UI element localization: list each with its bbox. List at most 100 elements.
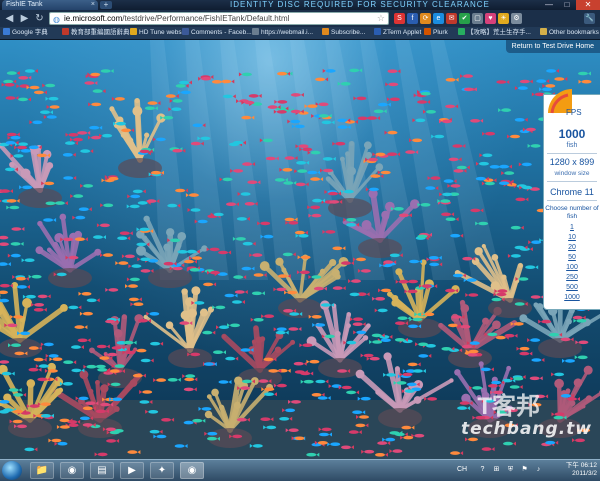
extension-icon[interactable]: ⚙ [511, 13, 522, 24]
fish-count-option[interactable]: 10 [544, 233, 600, 243]
bookmark-label: Comments - Faceb... [191, 29, 252, 36]
bookmark-label: 教育部重編國語辭典 [71, 29, 130, 36]
fish-count-options: 11020501002505001000 [544, 223, 600, 303]
bookmark-label: ZTerm Applet [383, 29, 421, 36]
bookmark-label: Plurk [433, 29, 448, 36]
bookmark-label: Google 字典 [12, 29, 48, 36]
browser-toolbar: ◀ ▶ ↻ ◍ ie.microsoft.com/testdrive/Perfo… [0, 10, 600, 27]
coral [222, 326, 295, 388]
panel-divider [547, 200, 597, 201]
bookmarks-bar: Google 字典 教育部重編國語辭典HD Tune websiteComment… [0, 27, 600, 40]
fish-count-option[interactable]: 1000 [544, 293, 600, 303]
fish-count-option[interactable]: 50 [544, 253, 600, 263]
folder-icon [540, 28, 547, 35]
reload-button[interactable]: ↻ [33, 12, 46, 25]
volume-icon[interactable]: ♪ [534, 465, 543, 474]
flag-icon[interactable]: ⚑ [520, 465, 529, 474]
taskbar-explorer-button[interactable]: 📁 [30, 462, 54, 479]
coral [144, 286, 215, 368]
fish-tank-viewport: Return to Test Drive Home FPS 1000 fish … [0, 40, 600, 459]
taskbar-chrome-active-button[interactable]: ◉ [180, 462, 204, 479]
extension-icon[interactable]: S [394, 13, 405, 24]
watermark-site: techbang.tw [461, 419, 592, 439]
return-home-link[interactable]: Return to Test Drive Home [506, 40, 600, 53]
bookmark-item[interactable]: ZTerm Applet [374, 27, 421, 39]
panel-divider [547, 153, 597, 154]
tab-title: FishIE Tank [6, 1, 42, 8]
url-domain: ie.microsoft.com [64, 14, 122, 23]
address-bar[interactable]: ◍ ie.microsoft.com/testdrive/Performance… [49, 12, 389, 25]
coral [35, 214, 101, 288]
bookmark-label: Other bookmarks [549, 29, 599, 36]
bookmark-label: 【攻略】荒土生存手... [467, 29, 531, 36]
fps-label: FPS [566, 108, 582, 117]
minimize-button[interactable]: — [540, 0, 558, 10]
extension-icon[interactable]: e [433, 13, 444, 24]
taskbar-media-button[interactable]: ▶ [120, 462, 144, 479]
bookmark-label: https://webmail.i... [261, 29, 313, 36]
extension-icon[interactable]: ☀ [498, 13, 509, 24]
fish-count-option[interactable]: 250 [544, 273, 600, 283]
shield-icon[interactable]: ⛨ [506, 465, 515, 474]
favicon-icon [458, 28, 465, 35]
taskbar-app-button[interactable]: ✦ [150, 462, 174, 479]
bookmark-item[interactable]: Subscribe... [322, 27, 365, 39]
help-icon[interactable]: ? [478, 465, 487, 474]
window-size-label: window size [544, 170, 600, 177]
forward-button[interactable]: ▶ [18, 12, 31, 25]
globe-icon: ◍ [53, 14, 60, 25]
fish-count-label: fish [544, 142, 600, 149]
bookmark-item[interactable]: 教育部重編國語辭典 [62, 27, 130, 39]
start-button[interactable] [2, 461, 22, 480]
system-clock[interactable]: 下午 06:12 2011/3/2 [566, 462, 597, 479]
bookmark-item[interactable]: Google 字典 [3, 27, 48, 39]
favicon-icon [182, 28, 189, 35]
bookmark-label: Subscribe... [331, 29, 365, 36]
extension-icon[interactable]: ♥ [485, 13, 496, 24]
taskbar-chrome-button[interactable]: ◉ [60, 462, 84, 479]
back-button[interactable]: ◀ [3, 12, 16, 25]
tab-close-icon[interactable]: × [91, 0, 95, 10]
url-path: /testdrive/Performance/FishIETank/Defaul… [122, 14, 289, 23]
maximize-button[interactable]: □ [558, 0, 576, 10]
panel-divider [547, 181, 597, 182]
bookmark-item[interactable]: Plurk [424, 27, 448, 39]
wrench-menu-icon[interactable]: 🔧 [584, 13, 595, 24]
new-tab-button[interactable]: + [100, 1, 112, 9]
language-indicator[interactable]: CH [457, 465, 466, 474]
watermark-logo: T客邦 [477, 386, 540, 421]
close-button[interactable]: ✕ [576, 0, 600, 10]
favicon-icon [130, 28, 137, 35]
network-icon[interactable]: ⊞ [492, 465, 501, 474]
favicon-icon [252, 28, 259, 35]
extension-icon[interactable]: ⟳ [420, 13, 431, 24]
control-panel: FPS 1000 fish 1280 x 899 window size Chr… [543, 94, 600, 310]
browser-name: Chrome 11 [544, 187, 600, 197]
coral [0, 143, 62, 208]
titlebar-banner: IDENTITY DISC REQUIRED FOR SECURITY CLEA… [230, 0, 490, 10]
bookmark-item[interactable]: 【攻略】荒土生存手... [458, 27, 531, 39]
fish-count: 1000 [544, 127, 600, 141]
windows-taskbar: 📁 ◉ ▤ ▶ ✦ ◉ CH ? ⊞ ⛨ ⚑ ♪ 下午 06:12 2011/3/2 [0, 459, 600, 481]
fish-count-option[interactable]: 1 [544, 223, 600, 233]
bookmark-item[interactable]: Comments - Faceb... [182, 27, 252, 39]
bookmark-item[interactable]: HD Tune website [130, 27, 189, 39]
extension-icon[interactable]: ▢ [472, 13, 483, 24]
fish-count-option[interactable]: 20 [544, 243, 600, 253]
browser-tab[interactable]: FishIE Tank × [2, 0, 98, 10]
favicon-icon [3, 28, 10, 35]
clock-date: 2011/3/2 [566, 470, 597, 478]
extension-icon[interactable]: f [407, 13, 418, 24]
window-size-value: 1280 x 899 [544, 157, 600, 167]
bookmark-item[interactable]: https://webmail.i... [252, 27, 313, 39]
bookmark-star-icon[interactable]: ☆ [377, 13, 385, 24]
favicon-icon [374, 28, 381, 35]
fish-count-option[interactable]: 500 [544, 283, 600, 293]
bookmark-item[interactable]: Other bookmarks [540, 27, 599, 39]
taskbar-folder-button[interactable]: ▤ [90, 462, 114, 479]
extension-icon[interactable]: ✔ [459, 13, 470, 24]
fish-count-option[interactable]: 100 [544, 263, 600, 273]
choose-fish-label: Choose number of fish [544, 205, 600, 221]
extension-icon[interactable]: ✉ [446, 13, 457, 24]
favicon-icon [322, 28, 329, 35]
